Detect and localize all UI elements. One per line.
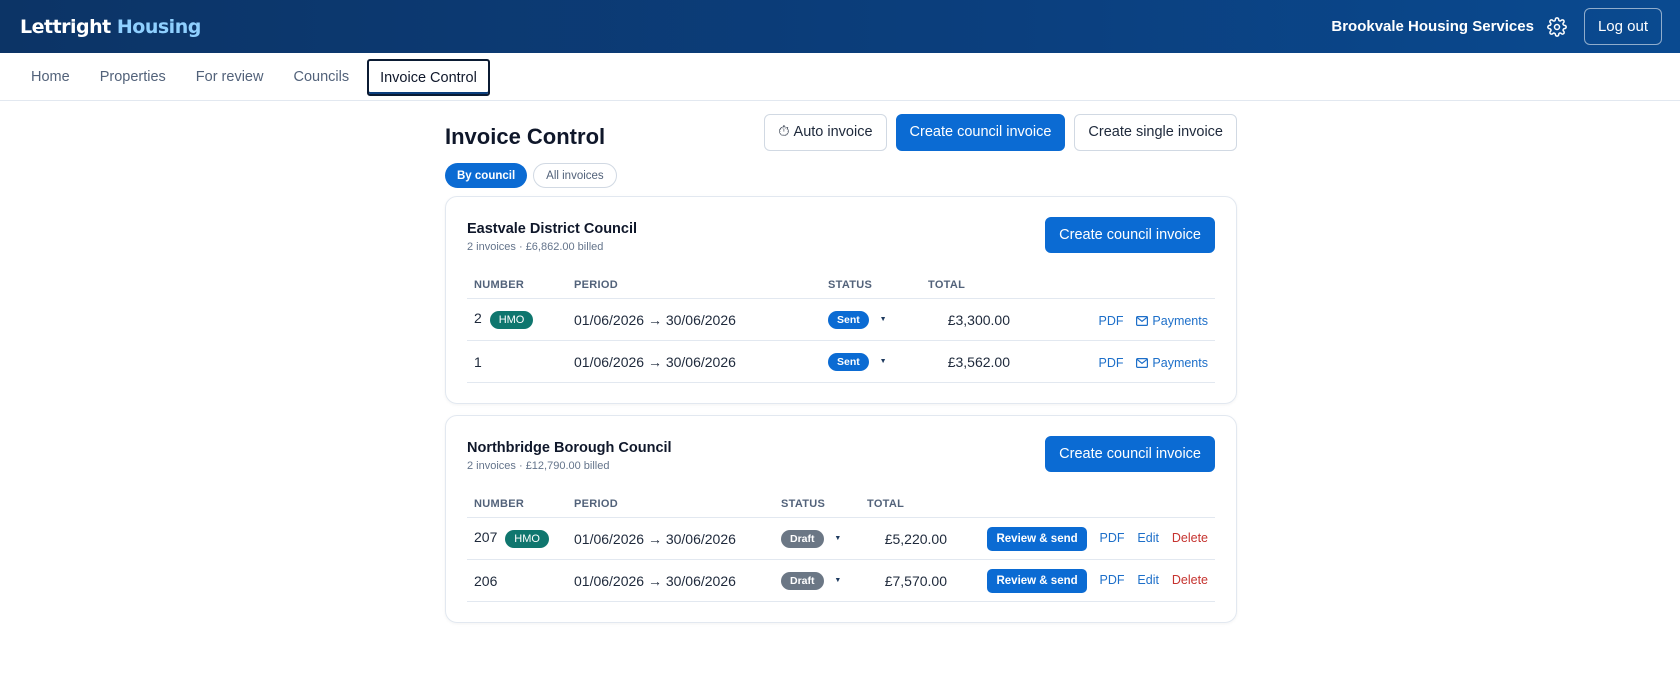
page-title: Invoice Control xyxy=(445,124,606,149)
auto-invoice-label: Auto invoice xyxy=(793,124,873,140)
page-actions: ⏱ Auto invoice Create council invoice Cr… xyxy=(764,113,1237,151)
invoice-number: 207 xyxy=(474,529,498,546)
invoice-period: 01/06/2026 → 30/06/2026 xyxy=(567,517,774,560)
council-create-invoice-button[interactable]: Create council invoice xyxy=(1045,436,1215,472)
invoice-table: NUMBER PERIOD STATUS TOTAL 207 HMO 01/06… xyxy=(467,498,1215,602)
table-row[interactable]: 207 HMO 01/06/2026 → 30/06/2026 Draft ▼ … xyxy=(467,517,1215,560)
table-header-row: NUMBER PERIOD STATUS TOTAL xyxy=(467,498,1215,518)
tab-home[interactable]: Home xyxy=(19,53,82,100)
chevron-down-icon[interactable]: ▼ xyxy=(880,316,887,323)
mail-icon xyxy=(1136,316,1149,327)
create-single-invoice-button[interactable]: Create single invoice xyxy=(1074,113,1237,151)
filter-by-council[interactable]: By council xyxy=(445,163,528,188)
council-card: Northbridge Borough Council 2 invoices ·… xyxy=(445,415,1237,623)
council-summary: 2 invoices · £6,862.00 billed xyxy=(467,241,604,253)
page-header: Invoice Control ⏱ Auto invoice Create co… xyxy=(445,113,1237,151)
council-name: Northbridge Borough Council xyxy=(467,440,672,456)
column-number: NUMBER xyxy=(467,498,567,518)
tab-for-review[interactable]: For review xyxy=(184,53,276,100)
auto-invoice-button[interactable]: ⏱ Auto invoice xyxy=(764,113,887,151)
column-period: PERIOD xyxy=(567,279,821,299)
invoice-period: 01/06/2026 → 30/06/2026 xyxy=(567,298,821,341)
council-create-invoice-button[interactable]: Create council invoice xyxy=(1045,217,1215,253)
brand-logo[interactable]: Lettright Housing xyxy=(20,16,201,38)
hmo-badge: HMO xyxy=(489,310,534,329)
payments-link[interactable]: Payments xyxy=(1136,356,1208,370)
main-content: Invoice Control ⏱ Auto invoice Create co… xyxy=(445,113,1237,623)
filter-all-invoices[interactable]: All invoices xyxy=(533,163,617,188)
invoice-total: £3,562.00 xyxy=(921,340,1017,383)
create-council-invoice-button[interactable]: Create council invoice xyxy=(895,113,1066,151)
review-and-send-button[interactable]: Review & send xyxy=(987,568,1087,593)
pdf-link[interactable]: PDF xyxy=(1100,531,1125,545)
council-summary: 2 invoices · £12,790.00 billed xyxy=(467,460,610,472)
invoice-total: £5,220.00 xyxy=(860,517,954,560)
council-card: Eastvale District Council 2 invoices · £… xyxy=(445,196,1237,404)
delete-link[interactable]: Delete xyxy=(1172,573,1208,587)
chevron-down-icon[interactable]: ▼ xyxy=(834,535,841,542)
review-and-send-button[interactable]: Review & send xyxy=(987,526,1087,551)
column-number: NUMBER xyxy=(467,279,567,299)
invoice-number: 1 xyxy=(474,353,482,370)
edit-link[interactable]: Edit xyxy=(1137,573,1159,587)
council-card-header: Northbridge Borough Council 2 invoices ·… xyxy=(467,436,1215,472)
stopwatch-icon: ⏱ xyxy=(778,124,790,140)
payments-label: Payments xyxy=(1152,313,1208,328)
status-badge[interactable]: Sent xyxy=(828,311,869,329)
brand-name-accent: Housing xyxy=(116,15,201,38)
invoice-table: NUMBER PERIOD STATUS TOTAL 2 HMO 01/06/2… xyxy=(467,279,1215,383)
logout-button[interactable]: Log out xyxy=(1583,8,1662,45)
chevron-down-icon[interactable]: ▼ xyxy=(834,577,841,584)
column-period: PERIOD xyxy=(567,498,774,518)
table-row[interactable]: 1 01/06/2026 → 30/06/2026 Sent ▼ £3,562.… xyxy=(467,340,1215,383)
column-status: STATUS xyxy=(821,279,921,299)
payments-label: Payments xyxy=(1152,355,1208,370)
tab-properties[interactable]: Properties xyxy=(88,53,178,100)
chevron-down-icon[interactable]: ▼ xyxy=(880,358,887,365)
table-row[interactable]: 2 HMO 01/06/2026 → 30/06/2026 Sent ▼ £3,… xyxy=(467,298,1215,341)
column-total: TOTAL xyxy=(921,279,1017,299)
payments-link[interactable]: Payments xyxy=(1136,314,1208,328)
status-badge[interactable]: Sent xyxy=(828,353,869,371)
council-card-header: Eastvale District Council 2 invoices · £… xyxy=(467,217,1215,253)
status-badge[interactable]: Draft xyxy=(781,530,824,548)
brand-name: Lettright xyxy=(20,15,111,38)
edit-link[interactable]: Edit xyxy=(1137,531,1159,545)
mail-icon xyxy=(1136,358,1149,369)
pdf-link[interactable]: PDF xyxy=(1099,314,1124,328)
delete-link[interactable]: Delete xyxy=(1172,531,1208,545)
table-row[interactable]: 206 01/06/2026 → 30/06/2026 Draft ▼ £7,5… xyxy=(467,559,1215,602)
invoice-number: 206 xyxy=(474,572,498,589)
column-total: TOTAL xyxy=(860,498,954,518)
table-header-row: NUMBER PERIOD STATUS TOTAL xyxy=(467,279,1215,299)
hmo-badge: HMO xyxy=(505,529,549,548)
pdf-link[interactable]: PDF xyxy=(1100,573,1125,587)
invoice-total: £3,300.00 xyxy=(921,298,1017,341)
invoice-period: 01/06/2026 → 30/06/2026 xyxy=(567,559,774,602)
organisation-name: Brookvale Housing Services xyxy=(1331,18,1534,35)
tab-councils[interactable]: Councils xyxy=(281,53,361,100)
top-bar-right: Brookvale Housing Services Log out xyxy=(1331,8,1662,45)
invoice-total: £7,570.00 xyxy=(860,559,954,602)
tab-invoice-control[interactable]: Invoice Control xyxy=(367,59,490,96)
column-status: STATUS xyxy=(774,498,860,518)
invoice-number: 2 xyxy=(474,310,482,327)
gear-icon[interactable] xyxy=(1546,16,1568,38)
pdf-link[interactable]: PDF xyxy=(1099,356,1124,370)
council-name: Eastvale District Council xyxy=(467,221,638,237)
invoice-period: 01/06/2026 → 30/06/2026 xyxy=(567,340,821,383)
top-bar: Lettright Housing Brookvale Housing Serv… xyxy=(0,0,1680,53)
main-nav: Home Properties For review Councils Invo… xyxy=(0,53,1680,101)
view-filter: By council All invoices xyxy=(445,163,1237,188)
status-badge[interactable]: Draft xyxy=(781,572,824,590)
